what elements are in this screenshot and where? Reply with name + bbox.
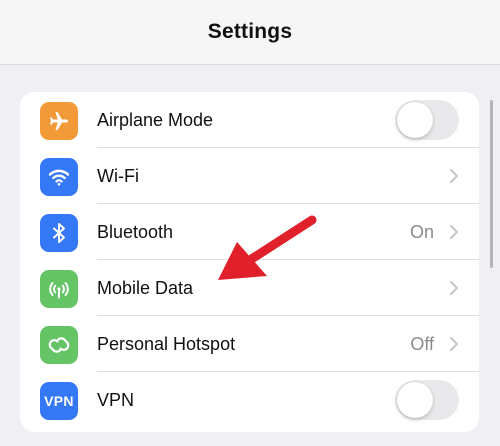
airplane-mode-label: Airplane Mode xyxy=(97,110,214,130)
bluetooth-label: Bluetooth xyxy=(97,222,174,242)
vpn-toggle[interactable] xyxy=(395,380,459,420)
chevron-right-icon xyxy=(450,337,458,351)
page-title: Settings xyxy=(207,20,293,43)
personal-hotspot-label: Personal Hotspot xyxy=(97,334,236,354)
hotspot-icon xyxy=(40,326,78,364)
chevron-right-icon xyxy=(450,225,458,239)
vpn-icon-text: VPN xyxy=(44,393,74,409)
settings-screen: Settings Airplane Mode Wi-Fi Bluetooth O… xyxy=(0,0,500,446)
scroll-indicator xyxy=(490,100,493,268)
antenna-icon xyxy=(40,270,78,308)
vpn-icon: VPN xyxy=(40,382,78,420)
vpn-label: VPN xyxy=(97,390,135,410)
personal-hotspot-status-value: Off xyxy=(410,334,434,354)
chevron-right-icon xyxy=(450,169,458,183)
airplane-mode-toggle[interactable] xyxy=(395,100,459,140)
bluetooth-icon xyxy=(40,214,78,252)
wifi-label: Wi-Fi xyxy=(97,166,139,186)
mobile-data-label: Mobile Data xyxy=(97,278,194,298)
airplane-mode-row[interactable]: Airplane Mode xyxy=(20,92,479,148)
annotation-arrow-icon xyxy=(218,215,317,280)
toggle-knob xyxy=(397,382,433,418)
wifi-row[interactable]: Wi-Fi xyxy=(20,148,479,204)
chevron-right-icon xyxy=(450,281,458,295)
wifi-icon xyxy=(40,158,78,196)
vpn-row[interactable]: VPN VPN xyxy=(20,372,479,428)
navigation-bar: Settings xyxy=(0,0,500,65)
toggle-knob xyxy=(397,102,433,138)
bluetooth-status-value: On xyxy=(409,222,434,242)
personal-hotspot-row[interactable]: Personal Hotspot Off xyxy=(20,316,479,372)
airplane-icon xyxy=(40,102,78,140)
